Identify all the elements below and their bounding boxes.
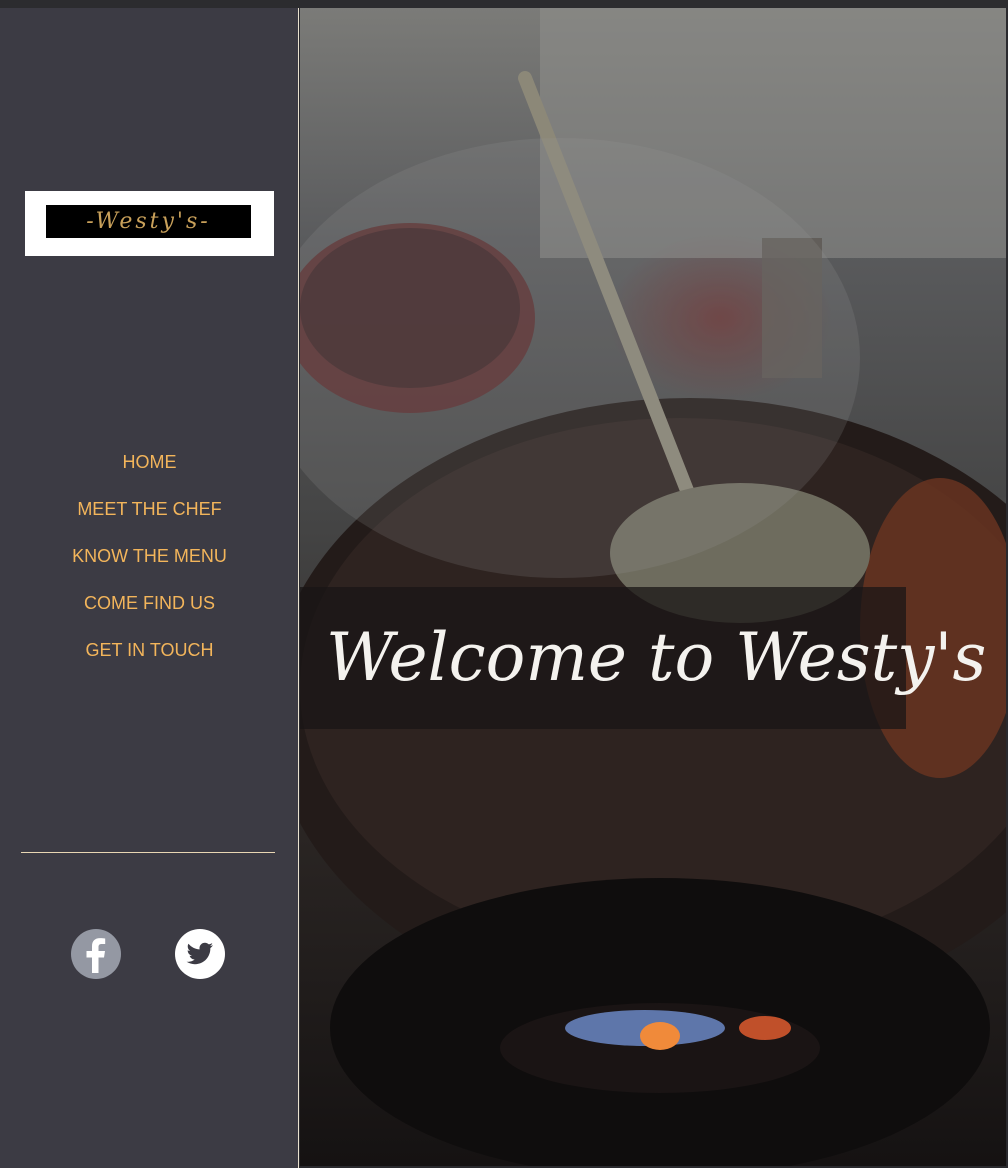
nav-item-get-in-touch[interactable]: GET IN TOUCH	[0, 636, 299, 683]
nav-item-home[interactable]: HOME	[0, 448, 299, 495]
top-bar	[0, 0, 1008, 8]
nav-item-come-find-us[interactable]: COME FIND US	[0, 589, 299, 636]
nav-item-know-the-menu[interactable]: KNOW THE MENU	[0, 542, 299, 589]
logo-text: -Westy's-	[46, 205, 251, 238]
logo[interactable]: -Westy's-	[25, 191, 274, 256]
main-nav: HOME MEET THE CHEF KNOW THE MENU COME FI…	[0, 448, 299, 683]
sidebar-divider	[21, 852, 275, 853]
hero-headline: Welcome to Westy's	[326, 619, 987, 696]
nav-item-meet-the-chef[interactable]: MEET THE CHEF	[0, 495, 299, 542]
twitter-icon[interactable]	[175, 929, 225, 979]
sidebar: -Westy's- HOME MEET THE CHEF KNOW THE ME…	[0, 8, 299, 1168]
facebook-icon[interactable]	[71, 929, 121, 979]
